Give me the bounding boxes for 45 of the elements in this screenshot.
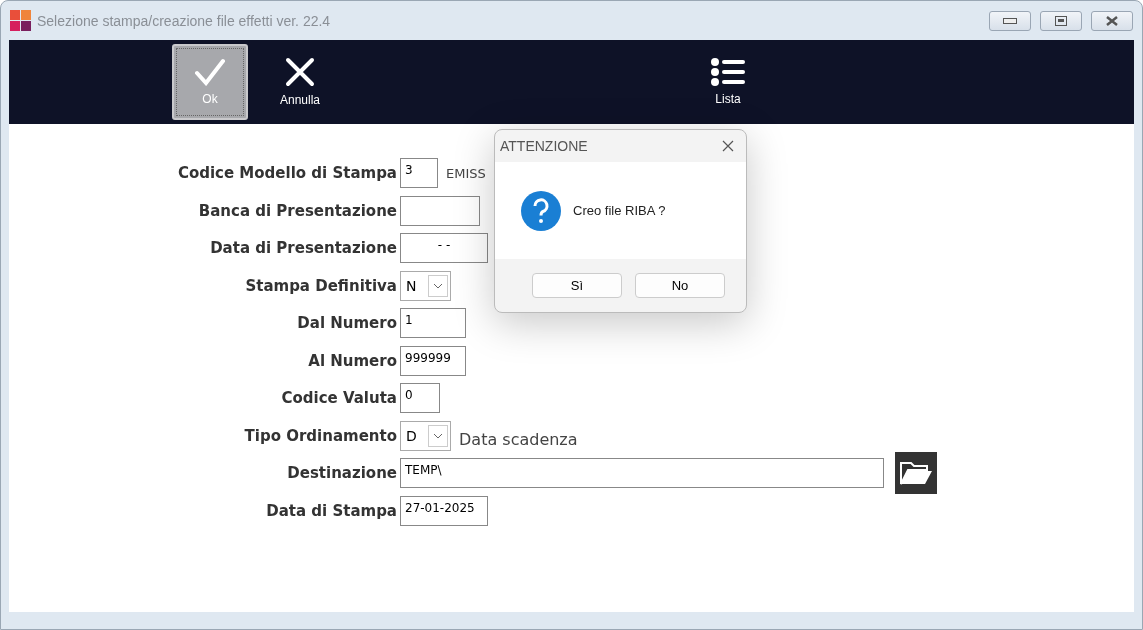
- dropdown[interactable]: N: [400, 270, 451, 301]
- chevron-down-icon: [428, 274, 448, 297]
- input-field[interactable]: - -: [400, 233, 488, 263]
- question-icon: [521, 190, 561, 231]
- field-label: Data di Stampa: [265, 501, 397, 520]
- input-field[interactable]: 1: [400, 308, 466, 338]
- toolbar-button[interactable]: Lista: [690, 44, 766, 120]
- dialog-button[interactable]: Sì: [532, 273, 622, 298]
- input-field[interactable]: 0: [400, 383, 440, 413]
- toolbar-button[interactable]: Annulla: [262, 44, 338, 120]
- dialog-message: Creo file RIBA ?: [573, 203, 666, 218]
- field-label: Codice Modello di Stampa: [176, 164, 397, 182]
- field-label: Banca di Presentazione: [197, 201, 397, 220]
- checkmark-icon: [194, 58, 226, 86]
- maximize-button[interactable]: [1040, 10, 1082, 31]
- dialog-button[interactable]: No: [635, 273, 725, 298]
- dialog-title: ATTENZIONE: [500, 138, 588, 154]
- minimize-button[interactable]: [989, 10, 1031, 31]
- field-label: Destinazione: [286, 464, 397, 482]
- input-field[interactable]: 3: [400, 158, 438, 188]
- field-label: Codice Valuta: [280, 389, 397, 407]
- input-field[interactable]: 999999: [400, 345, 466, 376]
- field-label: Stampa Definitiva: [244, 276, 397, 295]
- list-icon: [711, 58, 745, 86]
- minimize-icon: [1003, 17, 1017, 24]
- close-icon: [285, 57, 315, 87]
- close-icon: [1105, 15, 1119, 26]
- close-icon[interactable]: [722, 140, 734, 152]
- field-label: Al Numero: [307, 351, 397, 370]
- browse-folder-button[interactable]: [895, 452, 937, 494]
- app-logo-icon: [10, 9, 32, 32]
- input-field[interactable]: [400, 195, 480, 226]
- window-title: Selezione stampa/creazione file effetti ver. 22.4: [37, 12, 332, 29]
- input-field[interactable]: TEMP\: [400, 458, 884, 488]
- model-description: EMISS: [446, 165, 486, 181]
- option-description: Data scadenza: [459, 430, 578, 449]
- dropdown[interactable]: D: [400, 420, 451, 451]
- field-label: Tipo Ordinamento: [243, 426, 397, 445]
- field-label: Data di Presentazione: [209, 239, 397, 257]
- maximize-icon: [1055, 15, 1067, 26]
- folder-icon: [899, 460, 933, 486]
- input-field[interactable]: 27-01-2025: [400, 495, 488, 526]
- chevron-down-icon: [428, 424, 448, 447]
- close-button[interactable]: [1091, 10, 1133, 31]
- field-label: Dal Numero: [296, 314, 397, 332]
